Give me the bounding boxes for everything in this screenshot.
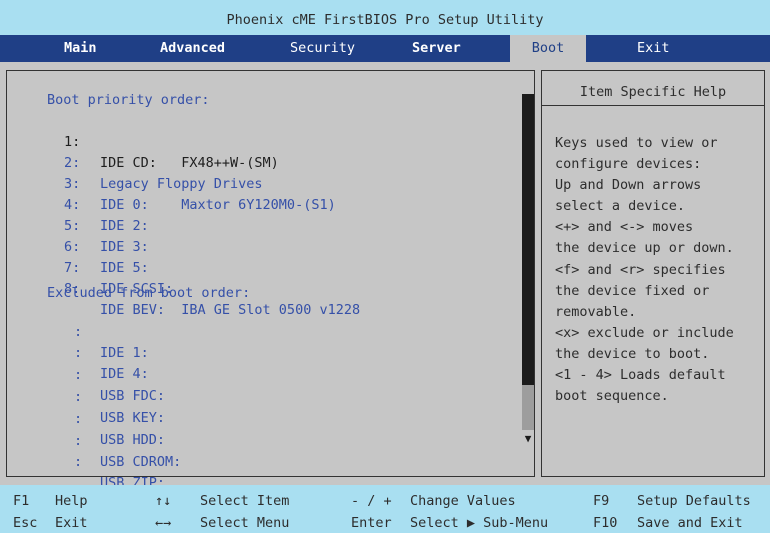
tab-server[interactable]: Server (412, 35, 461, 62)
select-item-label: Select Item (200, 493, 290, 509)
key-legend-footer: F1 Help ↑↓ Select Item - / + Change Valu… (0, 485, 770, 533)
key-f9: F9 (593, 493, 610, 509)
item-number: : (74, 367, 83, 384)
key-f1-label: Help (55, 493, 88, 509)
boot-priority-item[interactable]: 6: IDE 5: (0, 216, 149, 276)
change-values-label: Change Values (410, 493, 516, 509)
help-panel: Item Specific Help Keys used to view or … (541, 70, 765, 477)
key-left-right-arrows: ←→ (155, 515, 172, 531)
help-line: <x> exclude or include (555, 324, 734, 341)
key-f1: F1 (13, 493, 30, 509)
setup-defaults-label: Setup Defaults (637, 493, 751, 509)
help-line: <+> and <-> moves (555, 219, 694, 236)
boot-order-panel (6, 70, 535, 477)
tab-security[interactable]: Security (290, 35, 355, 62)
help-title: Item Specific Help (542, 71, 764, 106)
help-line: <f> and <r> specifies (555, 261, 726, 278)
item-label: IDE 0: Maxtor 6Y120M0-(S1) (100, 197, 336, 214)
scrollbar[interactable] (522, 94, 534, 430)
boot-priority-item[interactable]: 8: IDE BEV: IBA GE Slot 0500 v1228 (0, 258, 360, 318)
item-number: 2: (64, 155, 81, 172)
key-up-down-arrows: ↑↓ (155, 493, 172, 509)
item-label: IDE 5: (100, 260, 149, 277)
item-number: : (74, 389, 83, 406)
item-label: IDE CD: FX48++W-(SM) (100, 155, 279, 172)
item-label: USB KEY: (100, 410, 166, 427)
excluded-item[interactable]: : USB FDC: (0, 344, 165, 404)
excluded-item[interactable]: : IDE 4: (0, 322, 149, 382)
key-esc: Esc (13, 515, 38, 531)
boot-priority-item[interactable]: 5: IDE 3: (0, 195, 149, 255)
tab-main[interactable]: Main (64, 35, 97, 62)
boot-priority-item[interactable]: 4: IDE 2: (0, 174, 149, 234)
key-enter: Enter (351, 515, 392, 531)
item-number: : (74, 324, 83, 341)
item-label: USB CDROM: (100, 454, 182, 471)
item-number: : (74, 454, 83, 471)
help-line: the device up or down. (555, 240, 734, 257)
app-title: Phoenix cME FirstBIOS Pro Setup Utility (226, 12, 544, 28)
help-line: <1 - 4> Loads default (555, 367, 726, 384)
item-label: USB HDD: (100, 432, 166, 449)
excluded-item[interactable]: : IDE 1: (0, 301, 149, 361)
excluded-item[interactable]: : USB KEY: (0, 366, 165, 426)
item-number: 4: (64, 197, 81, 214)
item-number: 1: (64, 134, 81, 151)
help-line: the device fixed or (555, 282, 710, 299)
tab-exit[interactable]: Exit (637, 35, 670, 62)
boot-priority-item[interactable]: 2: Legacy Floppy Drives (0, 132, 263, 192)
title-bar: Phoenix cME FirstBIOS Pro Setup Utility (0, 0, 770, 35)
tab-boot[interactable]: Boot (510, 35, 586, 62)
select-menu-label: Select Menu (200, 515, 290, 531)
scroll-down-icon[interactable]: ▼ (520, 431, 536, 447)
key-minus-plus: - / + (351, 493, 392, 509)
help-line: Up and Down arrows (555, 177, 702, 194)
excluded-header: Excluded from boot order: (47, 285, 251, 301)
boot-priority-item[interactable]: 3: IDE 0: Maxtor 6Y120M0-(S1) (0, 153, 336, 213)
help-line: the device to boot. (555, 345, 710, 362)
help-line: Keys used to view or (555, 135, 718, 151)
boot-priority-header: Boot priority order: (47, 92, 210, 108)
help-line: removable. (555, 303, 637, 320)
key-f10: F10 (593, 515, 618, 531)
boot-priority-item[interactable]: 1: IDE CD: FX48++W-(SM) (0, 111, 279, 171)
help-body: Keys used to view or configure devices: … (555, 133, 765, 407)
help-line: select a device. (555, 198, 686, 215)
item-number: : (74, 433, 83, 450)
scrollbar-thumb[interactable] (522, 94, 534, 385)
item-label: IDE 4: (100, 366, 149, 383)
excluded-item[interactable]: : USB CDROM: (0, 410, 181, 470)
menu-bar: Main Advanced Security Server Boot Exit (0, 35, 770, 62)
exit-label: Exit (55, 515, 88, 531)
item-label: IDE 1: (100, 345, 149, 362)
item-number: : (74, 345, 83, 362)
help-line: configure devices: (555, 156, 702, 173)
item-number: : (74, 411, 83, 428)
item-label: Legacy Floppy Drives (100, 176, 263, 193)
save-and-exit-label: Save and Exit (637, 515, 743, 531)
help-line: boot sequence. (555, 388, 669, 405)
item-number: 7: (64, 260, 81, 277)
item-number: 3: (64, 176, 81, 193)
item-label: IDE 2: (100, 218, 149, 235)
item-label: USB FDC: (100, 388, 166, 405)
item-number: 5: (64, 218, 81, 235)
item-label: IDE 3: (100, 239, 149, 256)
excluded-item[interactable]: : USB HDD: (0, 388, 165, 448)
item-number: 6: (64, 239, 81, 256)
boot-priority-item[interactable]: 7: IDE SCSI: (0, 237, 173, 297)
select-submenu-label: Select ▶ Sub-Menu (410, 515, 549, 531)
tab-advanced[interactable]: Advanced (160, 35, 225, 62)
excluded-item[interactable]: : USB ZIP: (0, 431, 165, 491)
